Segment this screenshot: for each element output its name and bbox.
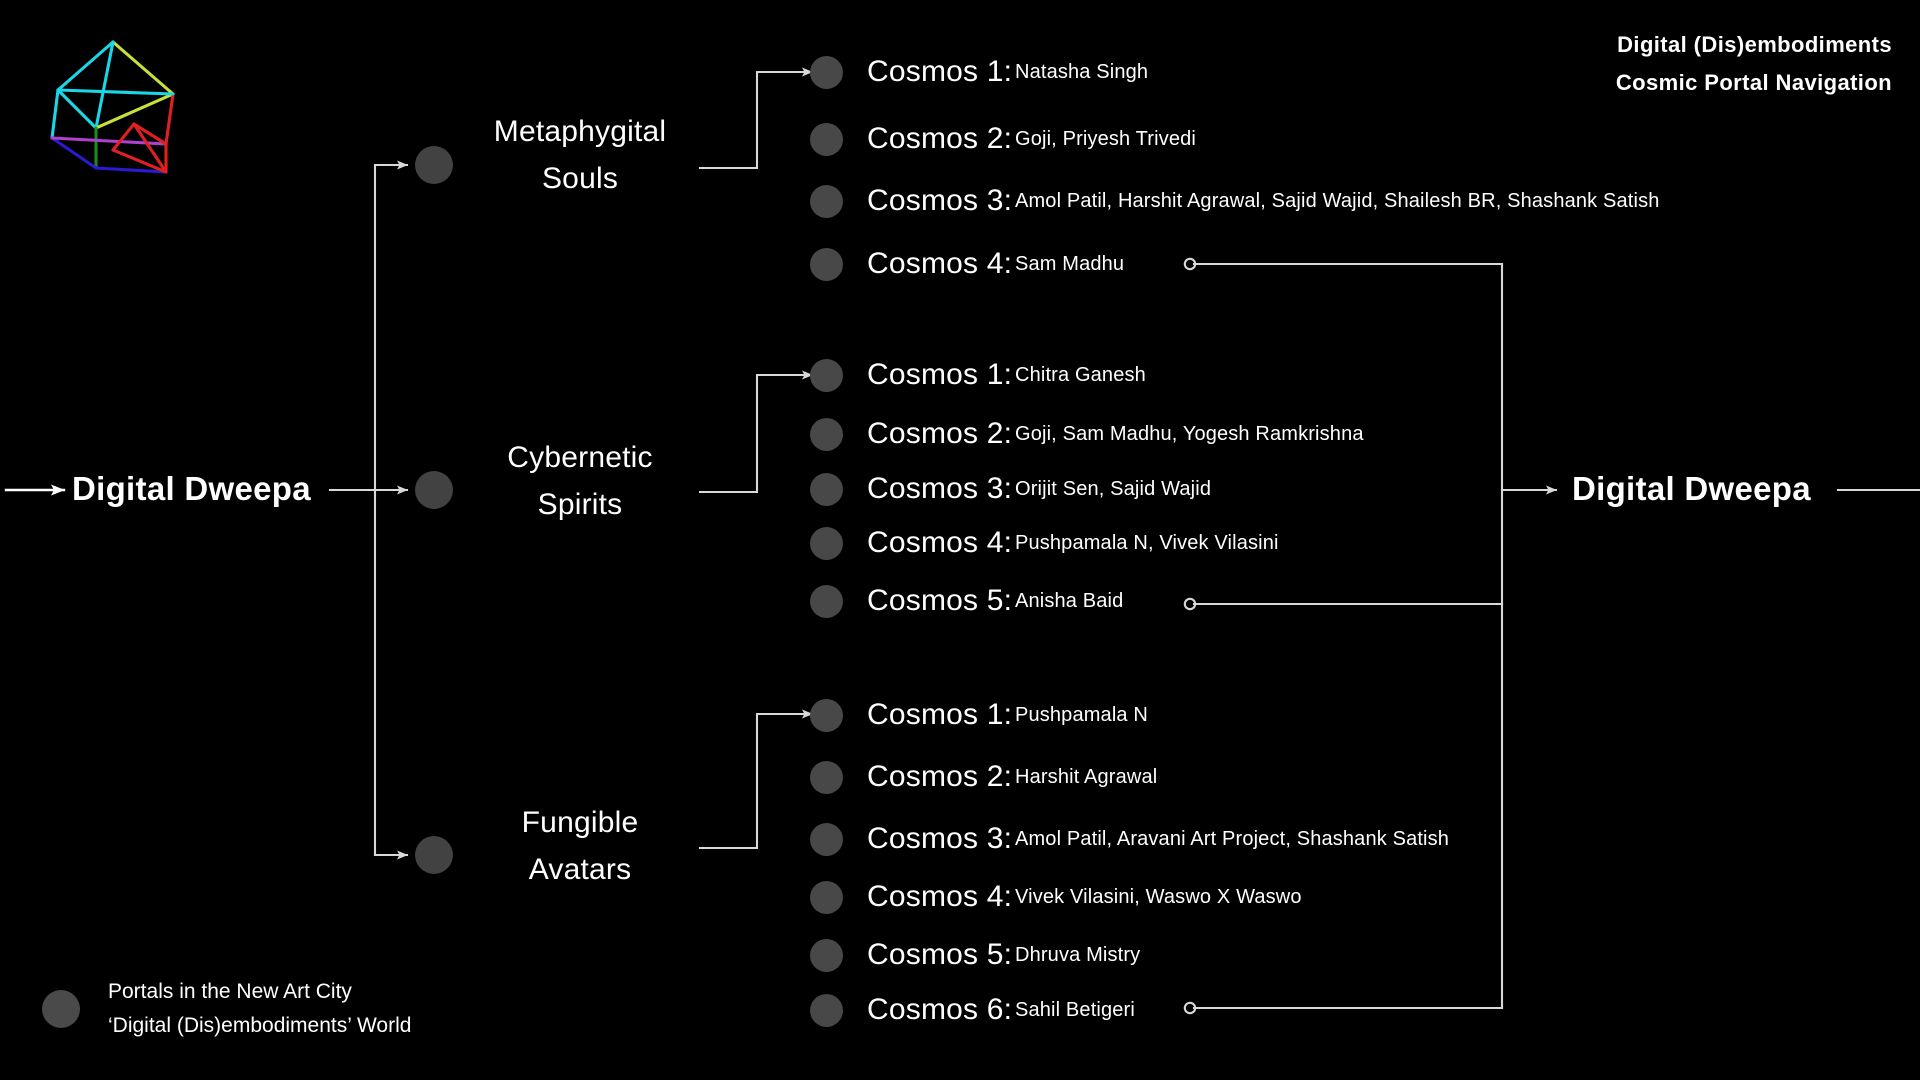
cosmos-row[interactable]: Cosmos 2: Goji, Sam Madhu, Yogesh Ramkri… (810, 414, 1364, 454)
cosmos-portal-dot[interactable] (810, 526, 843, 560)
cosmos-row[interactable]: Cosmos 1: Pushpamala N (810, 695, 1148, 735)
branch-title-line-1: Cybernetic (507, 441, 653, 474)
cosmos-portal-dot[interactable] (810, 417, 843, 451)
cosmos-row[interactable]: Cosmos 4: Pushpamala N, Vivek Vilasini (810, 523, 1279, 563)
cosmos-artists: Vivek Vilasini, Waswo X Waswo (1015, 885, 1302, 908)
legend-portal-dot (42, 990, 80, 1029)
cosmos-artists: Harshit Agrawal (1015, 765, 1158, 788)
cosmos-artists: Goji, Priyesh Trivedi (1015, 127, 1196, 150)
root-node-right[interactable]: Digital Dweepa (1572, 470, 1811, 508)
cosmos-row[interactable]: Cosmos 3: Amol Patil, Aravani Art Projec… (810, 819, 1449, 859)
branch-title-line-2: Souls (541, 162, 619, 196)
cosmos-portal-dot[interactable] (810, 698, 843, 732)
diagram-canvas: Digital (Dis)embodiments Cosmic Portal N… (0, 0, 1920, 1080)
cosmos-portal-dot[interactable] (810, 760, 843, 794)
cosmos-portal-dot[interactable] (810, 122, 843, 156)
cosmos-row[interactable]: Cosmos 5: Dhruva Mistry (810, 935, 1140, 975)
cosmos-artists: Sam Madhu (1015, 252, 1125, 275)
cosmos-row[interactable]: Cosmos 4: Vivek Vilasini, Waswo X Waswo (810, 877, 1302, 917)
cosmos-portal-dot[interactable] (810, 358, 843, 392)
branch-label-metaphygital-souls[interactable]: Metaphygital Souls (430, 108, 730, 203)
legend-text: Portals in the New Art City ‘Digital (Di… (108, 975, 411, 1043)
legend: Portals in the New Art City ‘Digital (Di… (42, 975, 411, 1043)
cosmos-row[interactable]: Cosmos 1: Chitra Ganesh (810, 355, 1146, 395)
cosmos-row[interactable]: Cosmos 5: Anisha Baid (810, 581, 1123, 621)
cosmos-row[interactable]: Cosmos 3: Orijit Sen, Sajid Wajid (810, 469, 1211, 509)
header-title-line-2: Cosmic Portal Navigation (1615, 69, 1892, 95)
cosmos-label: Cosmos 5: (867, 584, 1013, 617)
cosmos-artists: Pushpamala N (1015, 703, 1148, 726)
branch-title-line-2: Spirits (537, 488, 623, 522)
cosmos-label: Cosmos 4: (867, 880, 1013, 913)
cosmos-artists: Dhruva Mistry (1015, 943, 1141, 966)
legend-line-2: ‘Digital (Dis)embodiments’ World (108, 1014, 412, 1038)
cosmos-artists: Orijit Sen, Sajid Wajid (1015, 477, 1212, 500)
cosmos-label: Cosmos 1: (867, 358, 1013, 391)
branch-label-fungible-avatars[interactable]: Fungible Avatars (430, 799, 730, 894)
cosmos-artists: Natasha Singh (1015, 60, 1149, 83)
cosmos-portal-dot[interactable] (810, 993, 843, 1027)
root-node-left[interactable]: Digital Dweepa (72, 470, 311, 508)
cosmos-artists: Anisha Baid (1015, 589, 1124, 612)
cosmos-portal-dot[interactable] (810, 938, 843, 972)
branch-title-line-2: Avatars (528, 853, 632, 887)
cosmos-label: Cosmos 1: (867, 698, 1013, 731)
cosmos-label: Cosmos 6: (867, 993, 1013, 1026)
cosmos-artists: Goji, Sam Madhu, Yogesh Ramkrishna (1015, 422, 1364, 445)
cosmos-portal-dot[interactable] (810, 822, 843, 856)
cosmos-row[interactable]: Cosmos 3: Amol Patil, Harshit Agrawal, S… (810, 181, 1660, 221)
header-title-line-1: Digital (Dis)embodiments (1617, 32, 1892, 57)
cosmos-artists: Amol Patil, Harshit Agrawal, Sajid Wajid… (1015, 189, 1660, 212)
cosmos-portal-dot[interactable] (810, 247, 843, 281)
cosmos-portal-dot[interactable] (810, 55, 843, 89)
cosmos-label: Cosmos 2: (867, 417, 1013, 450)
cosmos-artists: Amol Patil, Aravani Art Project, Shashan… (1015, 827, 1450, 850)
cosmos-label: Cosmos 2: (867, 122, 1013, 155)
cosmos-label: Cosmos 5: (867, 938, 1013, 971)
cosmos-artists: Sahil Betigeri (1015, 998, 1135, 1021)
cosmos-row[interactable]: Cosmos 1: Natasha Singh (810, 52, 1148, 92)
cosmos-label: Cosmos 3: (867, 184, 1013, 217)
header-title-block: Digital (Dis)embodiments Cosmic Portal N… (1616, 26, 1892, 102)
cosmos-label: Cosmos 1: (867, 55, 1013, 88)
cosmos-artists: Chitra Ganesh (1015, 363, 1146, 386)
cosmos-portal-dot[interactable] (810, 584, 843, 618)
cosmos-row[interactable]: Cosmos 2: Goji, Priyesh Trivedi (810, 119, 1196, 159)
cosmos-portal-dot[interactable] (810, 880, 843, 914)
branch-title-line-1: Fungible (521, 806, 639, 839)
legend-line-1: Portals in the New Art City (108, 980, 352, 1003)
cosmos-label: Cosmos 3: (867, 822, 1013, 855)
cosmos-row[interactable]: Cosmos 2: Harshit Agrawal (810, 757, 1157, 797)
branch-title-line-1: Metaphygital (493, 115, 667, 148)
branch-label-cybernetic-spirits[interactable]: Cybernetic Spirits (430, 434, 730, 529)
cosmos-label: Cosmos 2: (867, 760, 1013, 793)
cosmos-row[interactable]: Cosmos 6: Sahil Betigeri (810, 990, 1135, 1030)
cosmos-row[interactable]: Cosmos 4: Sam Madhu (810, 244, 1124, 284)
cosmos-label: Cosmos 4: (867, 526, 1013, 559)
polyhedron-wireframe-logo (50, 40, 175, 174)
cosmos-label: Cosmos 4: (867, 247, 1013, 280)
cosmos-portal-dot[interactable] (810, 184, 843, 218)
cosmos-portal-dot[interactable] (810, 472, 843, 506)
cosmos-label: Cosmos 3: (867, 472, 1013, 505)
cosmos-artists: Pushpamala N, Vivek Vilasini (1015, 531, 1279, 554)
